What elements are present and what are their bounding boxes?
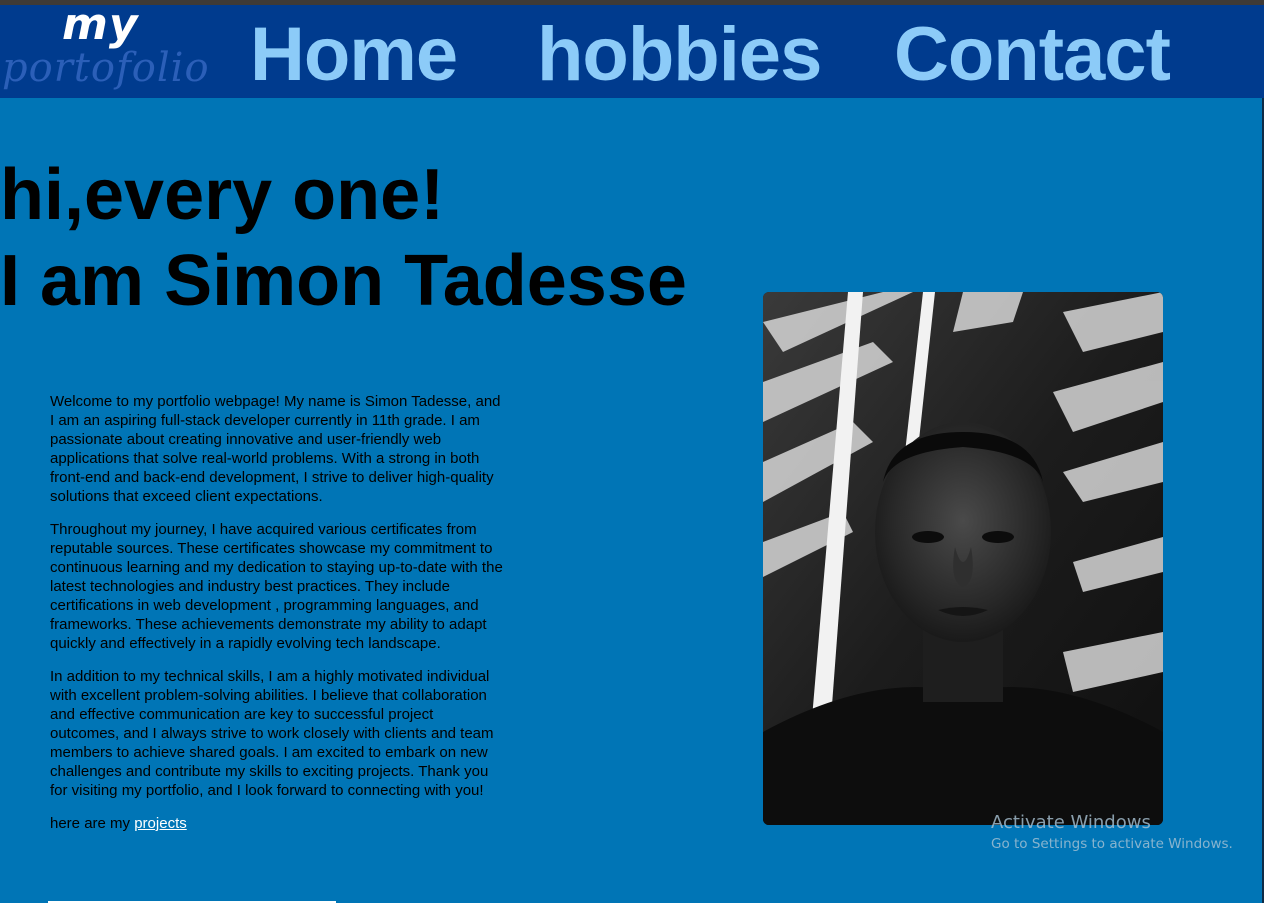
nav-home-link[interactable]: Home (250, 11, 458, 98)
watermark-title: Activate Windows (991, 812, 1151, 833)
profile-photo (763, 292, 1163, 825)
about-paragraph-3: In addition to my technical skills, I am… (50, 668, 494, 799)
about-paragraph-2: Throughout my journey, I have acquired v… (50, 521, 503, 652)
projects-link[interactable]: projects (134, 815, 187, 832)
navbar: my portofolio Home hobbies Contact (0, 0, 1264, 98)
logo-line2: portofolio (2, 45, 210, 91)
profile-photo-graphic (763, 292, 1163, 825)
nav-contact-link[interactable]: Contact (894, 11, 1171, 98)
watermark-subtitle: Go to Settings to activate Windows. (991, 836, 1233, 852)
about-section: Welcome to my portfolio webpage! My name… (50, 392, 505, 847)
projects-prefix: here are my (50, 815, 131, 832)
hero-heading: hi,every one! I am Simon Tadesse (0, 152, 687, 324)
logo-line1: my (62, 0, 139, 50)
about-paragraph-1: Welcome to my portfolio webpage! My name… (50, 393, 501, 505)
nav-hobbies-link[interactable]: hobbies (537, 11, 822, 98)
windows-activation-watermark: Activate Windows Go to Settings to activ… (991, 812, 1233, 852)
hero-name: I am Simon Tadesse (0, 241, 687, 321)
hero-greeting: hi,every one! (0, 155, 445, 235)
projects-line: here are my projects (50, 814, 505, 833)
